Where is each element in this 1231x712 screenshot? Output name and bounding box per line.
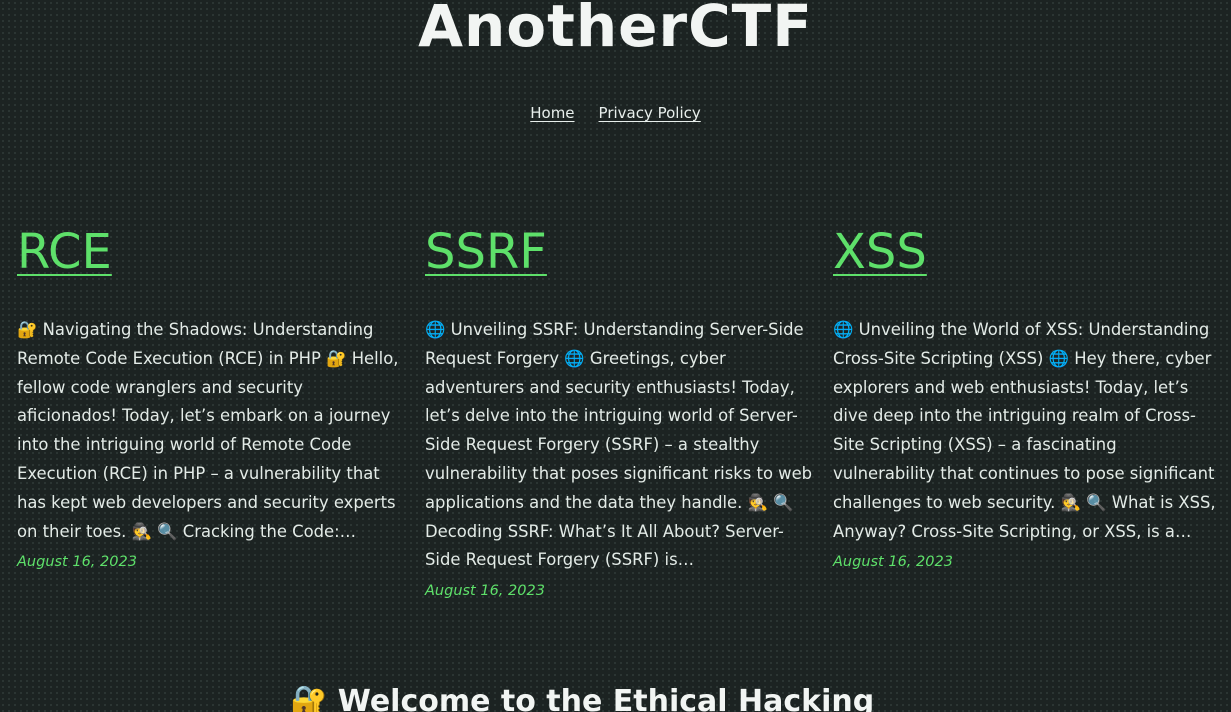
site-title[interactable]: AnotherCTF: [0, 0, 1231, 60]
post-date[interactable]: August 16, 2023: [833, 554, 1221, 570]
nav-home-link[interactable]: Home: [530, 104, 574, 122]
post-excerpt: 🔐 Navigating the Shadows: Understanding …: [17, 320, 399, 541]
post-title-link[interactable]: RCE: [17, 222, 405, 282]
post-card-xss: XSS 🌐 Unveiling the World of XSS: Unders…: [833, 222, 1221, 570]
post-card-ssrf: SSRF 🌐 Unveiling SSRF: Understanding Ser…: [425, 222, 813, 599]
welcome-heading: 🔐 Welcome to the Ethical Hacking: [290, 684, 875, 712]
post-title-link[interactable]: SSRF: [425, 222, 813, 282]
post-title-link[interactable]: XSS: [833, 222, 1221, 282]
main-nav: Home Privacy Policy: [0, 104, 1231, 122]
nav-privacy-policy-link[interactable]: Privacy Policy: [599, 104, 701, 122]
post-card-rce: RCE 🔐 Navigating the Shadows: Understand…: [17, 222, 405, 570]
post-excerpt: 🌐 Unveiling the World of XSS: Understand…: [833, 320, 1216, 541]
post-excerpt: 🌐 Unveiling SSRF: Understanding Server-S…: [425, 320, 813, 570]
post-date[interactable]: August 16, 2023: [17, 554, 405, 570]
post-date[interactable]: August 16, 2023: [425, 583, 813, 599]
